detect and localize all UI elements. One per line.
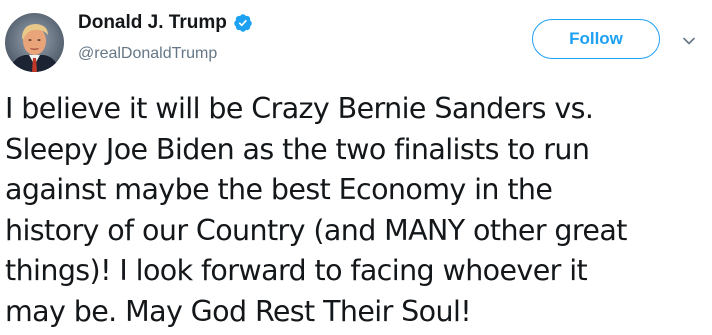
tweet-text-line: may be. May God Rest Their Soul! [5,294,472,328]
name-row: Donald J. Trump [78,12,253,34]
tweet-text-line: history of our Country (and MANY other g… [5,213,627,247]
avatar[interactable] [5,13,64,72]
tweet-text-line: Sleepy Joe Biden as the two finalists to… [5,132,590,166]
verified-badge-icon [233,13,253,33]
tweet-text-line: I believe it will be Crazy Bernie Sander… [5,92,594,125]
tweet-text: I believe it will be Crazy Bernie Sander… [5,89,709,332]
tweet-text-line: against maybe the best Economy in the [5,173,553,206]
user-handle[interactable]: @realDonaldTrump [78,44,217,64]
follow-button[interactable]: Follow [532,19,660,59]
display-name[interactable]: Donald J. Trump [78,12,227,34]
tweet-text-line: things)! I look forward to facing whoeve… [5,254,588,287]
chevron-down-icon[interactable] [682,33,696,47]
tweet-card: Donald J. Trump @realDonaldTrump Follow … [0,0,712,335]
user-avatar-icon [5,13,64,72]
